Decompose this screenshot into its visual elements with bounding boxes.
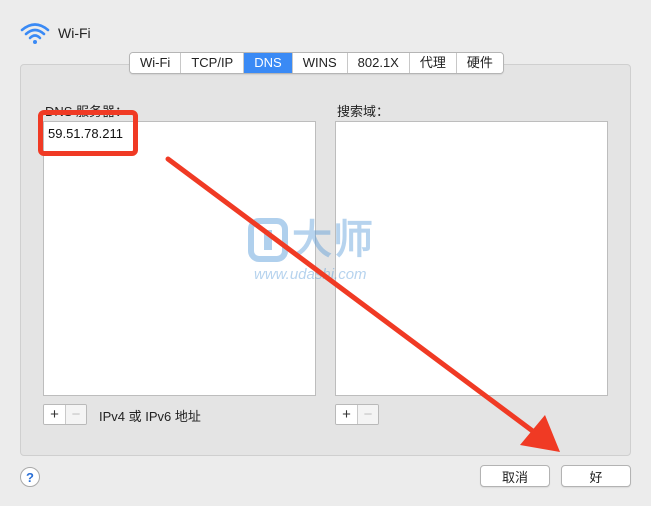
- tab-8021x[interactable]: 802.1X: [347, 53, 410, 73]
- search-remove-button[interactable]: −: [357, 405, 378, 424]
- search-add-button[interactable]: +: [336, 405, 357, 424]
- tab-proxy[interactable]: 代理: [409, 53, 457, 73]
- dns-remove-button[interactable]: −: [65, 405, 86, 424]
- dns-hint-text: IPv4 或 IPv6 地址: [99, 409, 201, 424]
- search-domains-list[interactable]: [335, 121, 608, 396]
- dns-add-button[interactable]: +: [44, 405, 65, 424]
- dns-add-remove-group: + −: [43, 404, 87, 425]
- tab-wins[interactable]: WINS: [292, 53, 348, 73]
- page-title: Wi-Fi: [58, 25, 91, 41]
- tab-wifi[interactable]: Wi-Fi: [130, 53, 182, 73]
- window-header: Wi-Fi: [20, 18, 91, 48]
- tab-tcpip[interactable]: TCP/IP: [181, 53, 245, 73]
- ok-button[interactable]: 好: [561, 465, 631, 487]
- wifi-icon: [20, 23, 50, 44]
- help-button[interactable]: ?: [20, 467, 40, 487]
- search-domains-label: 搜索域：: [337, 104, 390, 119]
- tab-bar: Wi-Fi TCP/IP DNS WINS 802.1X 代理 硬件: [129, 52, 504, 74]
- dns-server-entry[interactable]: 59.51.78.211: [44, 122, 315, 145]
- cancel-button[interactable]: 取消: [480, 465, 550, 487]
- tab-hardware[interactable]: 硬件: [456, 53, 503, 73]
- dns-servers-list[interactable]: 59.51.78.211: [43, 121, 316, 396]
- search-add-remove-group: + −: [335, 404, 379, 425]
- tab-dns[interactable]: DNS: [244, 53, 293, 73]
- dns-servers-label: DNS 服务器：: [45, 104, 129, 119]
